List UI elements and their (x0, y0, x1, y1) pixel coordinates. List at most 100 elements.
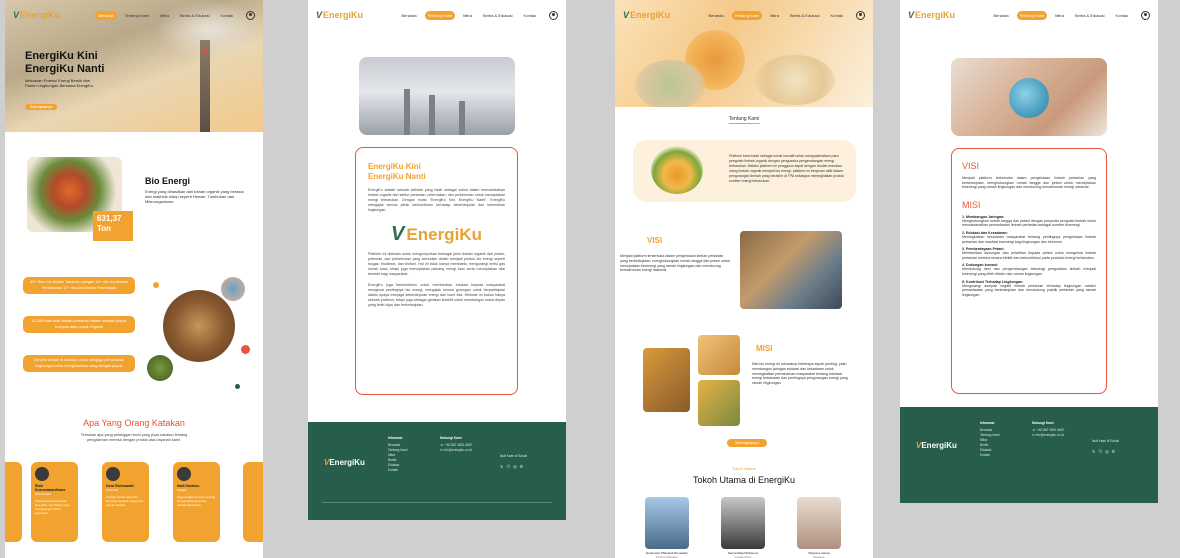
leaders-title: Tokoh Utama di EnergiKu (692, 475, 796, 485)
nav-item-tentang[interactable]: Tentang Kami (1016, 10, 1048, 20)
about-label: Tentang Kami (728, 116, 760, 124)
footer: VEnergiKu Informasi Beranda Tentang Kami… (308, 422, 566, 520)
bio-title: Bio Energi (145, 176, 191, 186)
misi-item-text: Mendukung riset dan pengembangan teknolo… (962, 267, 1096, 276)
instagram-icon[interactable]: ◎ (1105, 449, 1109, 455)
page-vision-mission: V EnergiKu Beranda Tentang Kami Mitra Ber… (900, 0, 1158, 503)
nav-item-berita[interactable]: Berita & Edukasi (1072, 11, 1108, 20)
nav-item-beranda[interactable]: Beranda (990, 11, 1011, 20)
brand-logo-large: V EnergiKu (391, 223, 482, 245)
chimney-shape (429, 95, 435, 135)
whatsapp-icon[interactable]: ✆ (520, 464, 523, 470)
nav-item-tentang[interactable]: Tentang Kami (424, 10, 456, 20)
nav-item-mitra[interactable]: Mitra (460, 11, 475, 20)
testimonial-card: Dewi Rahmawati Peternak Limbah ternak ka… (102, 462, 149, 542)
user-icon[interactable] (856, 10, 865, 20)
about-paragraph: Platform ini didesain untuk mengumpulkan… (368, 252, 505, 276)
brand-logo[interactable]: V EnergiKu (316, 10, 363, 20)
leader-card: Emanuela Tiffanianti Romadani Product Ma… (645, 497, 689, 558)
nav-item-kontak[interactable]: Kontak (828, 11, 846, 20)
testimonial-role: Pelajar (177, 488, 187, 492)
leader-card: Senna Raja Wicksemo Frontend Dev (721, 497, 765, 558)
leader-card: Mayluna Listera Designer (797, 497, 841, 558)
visi-title: VISI (962, 161, 980, 171)
email-text: ✉ info@energiku.co.id (1032, 433, 1064, 437)
navbar: V EnergiKu Beranda Tentang Kami Mitra Ber… (308, 0, 566, 30)
nav-item-tentang[interactable]: Tentang Kami (122, 11, 152, 20)
nav-item-beranda[interactable]: Beranda (95, 10, 117, 20)
testimonial-text: Saya belajar banyak tentang energi terba… (177, 495, 216, 507)
bio-description: Energi yang dihasilkan dari bahan organi… (145, 189, 244, 204)
footer-contact-column: Hubungi Kami ☏ +62 857 4551 6657 ✉ info@… (440, 436, 473, 452)
waste-image (635, 60, 705, 107)
nav-item-kontak[interactable]: Kontak (218, 11, 236, 20)
about-card: EnergiKu Kini EnergiKu Nanti EnergiKu ad… (355, 147, 518, 395)
decor-dot (153, 282, 159, 288)
footer-link[interactable]: Kontak (388, 468, 408, 473)
footer-logo[interactable]: VEnergiKu (916, 441, 957, 450)
misi-item-text: Memberikan dukungan dan pelatihan kepada… (962, 251, 1096, 260)
shell-image (755, 55, 835, 105)
nav-item-kontak[interactable]: Kontak (521, 11, 539, 20)
user-icon[interactable] (1141, 10, 1150, 20)
avatar (106, 467, 120, 481)
user-icon[interactable] (246, 10, 255, 20)
hero-cta-button[interactable]: Selengkapnya (25, 104, 58, 110)
nav-item-berita[interactable]: Berita & Edukasi (787, 11, 823, 20)
nav-menu: Beranda Tentang Kami Mitra Berita & Eduk… (398, 10, 539, 20)
nav-item-mitra[interactable]: Mitra (157, 11, 172, 20)
facebook-icon[interactable]: ⓕ (506, 464, 510, 470)
nav-item-tentang[interactable]: Tentang Kami (731, 10, 763, 20)
nav-item-beranda[interactable]: Beranda (398, 11, 419, 20)
whatsapp-icon[interactable]: ✆ (1112, 449, 1115, 455)
stat-card: 40+ Ribu ton limbah Tanaman pangan 14+ r… (23, 277, 135, 294)
nav-item-mitra[interactable]: Mitra (1052, 11, 1067, 20)
farmer-image (740, 231, 842, 309)
chimney-shape (459, 101, 465, 135)
nav-item-beranda[interactable]: Beranda (705, 11, 726, 20)
compost-image (163, 290, 235, 362)
testimonial-card: Rizki Kusumawardhana Rizki Petani Teknol… (31, 462, 78, 542)
email-text: ✉ info@energiku.co.id (440, 448, 472, 452)
nav-item-mitra[interactable]: Mitra (767, 11, 782, 20)
visi-title: VISI (647, 236, 663, 245)
sprout-image (651, 146, 703, 194)
chimney-image (200, 40, 210, 132)
x-icon[interactable]: 𝕏 (500, 464, 503, 470)
nav-item-berita[interactable]: Berita & Edukasi (480, 11, 516, 20)
footer-link[interactable]: Kontak (980, 453, 1000, 458)
x-icon[interactable]: 𝕏 (1092, 449, 1095, 455)
misi-item-text: Mengurangi dampak negatif limbah pertani… (962, 283, 1096, 297)
nav-item-berita[interactable]: Berita & Edukasi (177, 11, 213, 20)
navbar: V EnergiKu Beranda Tentang Kami Mitra Ber… (5, 0, 263, 30)
more-button[interactable]: Selengkapnya (727, 439, 768, 447)
user-icon[interactable] (549, 10, 558, 20)
misi-title: MISI (962, 199, 981, 210)
avatar (35, 467, 49, 481)
instagram-icon[interactable]: ◎ (513, 464, 517, 470)
decor-dot (235, 384, 240, 389)
about-paragraph: EnergiKu juga berkomitmen untuk memberik… (368, 283, 505, 307)
facebook-icon[interactable]: ⓕ (1098, 449, 1102, 455)
navbar: V EnergiKu Beranda Tentang Kami Mitra Ber… (900, 0, 1158, 30)
avatar (177, 467, 191, 481)
stat-card: Dimana limbah di lakukan untuk menjaga p… (23, 355, 135, 372)
brand-logo[interactable]: V EnergiKu (908, 10, 955, 20)
testimonials-subtitle: Temukan apa yang pelanggan kami yang pua… (80, 433, 188, 442)
decor-dot (241, 345, 250, 354)
nav-item-kontak[interactable]: Kontak (1113, 11, 1131, 20)
waste-image (221, 277, 245, 301)
about-paragraph: EnergiKu adalah sebuah website yang hadi… (368, 188, 505, 212)
about-card-title: EnergiKu Kini EnergiKu Nanti (368, 162, 426, 181)
follow-label: Ikuti Kami di Sosial (1092, 439, 1119, 443)
nav-menu: Beranda Tentang Kami Mitra Berita & Eduk… (95, 10, 236, 20)
footer-logo[interactable]: VEnergiKu (324, 458, 365, 467)
misi-text: Misi bio energi ini mencakup beberapa as… (752, 362, 848, 386)
brand-logo[interactable]: V EnergiKu (623, 10, 670, 20)
visi-text: Menjadi platform terkemuka dalam pengelo… (962, 176, 1096, 190)
food-waste-image (698, 335, 740, 375)
leader-photo (645, 497, 689, 549)
brand-logo[interactable]: V EnergiKu (13, 10, 60, 20)
testimonial-text: Limbah ternak kami kini berguna menjadi … (106, 495, 144, 507)
leader-photo (797, 497, 841, 549)
